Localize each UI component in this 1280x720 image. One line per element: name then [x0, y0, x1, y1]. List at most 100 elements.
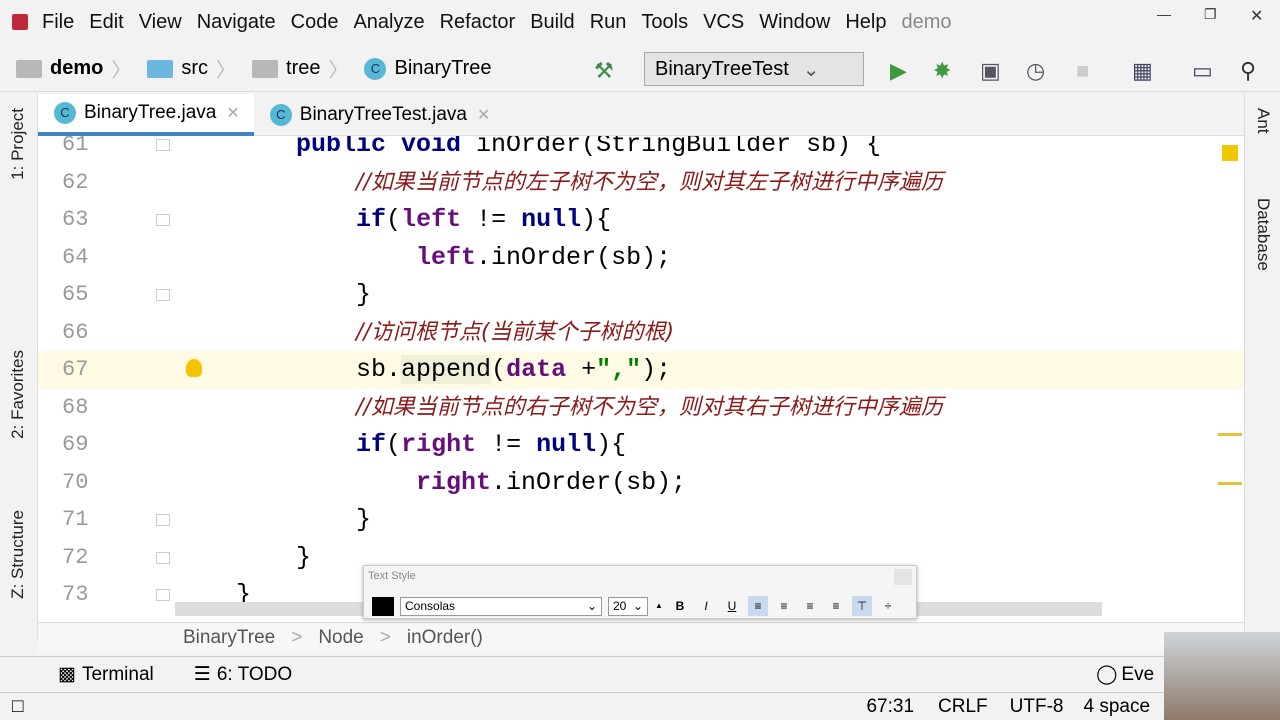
align-left-icon[interactable]: ≡: [748, 596, 768, 616]
crumb-method[interactable]: inOrder(): [407, 627, 483, 649]
fold-marker-icon[interactable]: [156, 214, 170, 226]
font-select[interactable]: Consolas ⌄: [400, 596, 602, 616]
code-line[interactable]: 63 if(left != null){: [38, 201, 1244, 239]
project-tool-tab[interactable]: 1: Project: [8, 108, 28, 180]
justify-icon[interactable]: ≡: [826, 596, 846, 616]
crumb-tree[interactable]: tree 〉: [252, 54, 348, 83]
underline-button[interactable]: U: [722, 596, 742, 616]
menu-help[interactable]: Help: [845, 11, 886, 34]
menu-view[interactable]: View: [139, 11, 182, 34]
crumb-class[interactable]: BinaryTree: [183, 627, 275, 649]
align-top-icon[interactable]: ⊤: [852, 596, 872, 616]
code-line[interactable]: 62 //如果当前节点的左子树不为空，则对其左子树进行中序遍历: [38, 164, 1244, 202]
event-log-tab[interactable]: Eve: [1121, 664, 1154, 686]
color-swatch[interactable]: [372, 596, 394, 616]
right-tool-strip: Ant Database: [1244, 94, 1280, 640]
code-line[interactable]: 65 }: [38, 276, 1244, 314]
warning-marker[interactable]: [1218, 482, 1242, 485]
size-stepper[interactable]: ▲: [654, 596, 664, 616]
project-structure-icon[interactable]: ▦: [1132, 58, 1153, 84]
crumb-inner-class[interactable]: Node: [318, 627, 363, 649]
menu-code[interactable]: Code: [291, 11, 339, 34]
code-line[interactable]: 70 right.inOrder(sb);: [38, 464, 1244, 502]
caret-position[interactable]: 67:31: [866, 696, 914, 718]
warning-marker[interactable]: [1218, 433, 1242, 436]
line-number: 73: [62, 582, 89, 607]
build-hammer-icon[interactable]: ⚒: [594, 58, 614, 84]
run-icon[interactable]: ▶: [890, 58, 907, 84]
code-line[interactable]: 64 left.inOrder(sb);: [38, 239, 1244, 277]
close-tab-icon[interactable]: ✕: [477, 105, 490, 125]
code-line[interactable]: 69 if(right != null){: [38, 426, 1244, 464]
menu-refactor[interactable]: Refactor: [440, 11, 516, 34]
code-line[interactable]: 71 }: [38, 501, 1244, 539]
code-line[interactable]: 66 //访问根节点(当前某个子树的根): [38, 314, 1244, 352]
todo-tab[interactable]: 6: TODO: [217, 664, 292, 686]
crumb-src[interactable]: src 〉: [147, 54, 236, 83]
code-token: null: [521, 205, 582, 234]
close-window-icon[interactable]: ✕: [1250, 6, 1263, 26]
menu-navigate[interactable]: Navigate: [197, 11, 276, 34]
fold-marker-icon[interactable]: [156, 589, 170, 601]
intellij-logo-icon: [12, 14, 28, 30]
code-text: }: [236, 276, 371, 314]
minimize-icon[interactable]: —: [1157, 6, 1171, 22]
close-panel-button[interactable]: [894, 569, 912, 585]
menu-vcs[interactable]: VCS: [703, 11, 744, 34]
chevron-right-icon: 〉: [111, 60, 132, 82]
indent-setting[interactable]: 4 space: [1083, 696, 1150, 718]
menu-file[interactable]: File: [42, 11, 74, 34]
code-text: }: [236, 501, 371, 539]
align-middle-icon[interactable]: ÷: [878, 596, 898, 616]
fold-marker-icon[interactable]: [156, 551, 170, 564]
tab-binarytree-java[interactable]: C BinaryTree.java ✕: [38, 94, 254, 136]
coverage-icon[interactable]: ▣: [980, 58, 1001, 84]
menu-edit[interactable]: Edit: [89, 11, 123, 34]
bold-button[interactable]: B: [670, 596, 690, 616]
menu-tools[interactable]: Tools: [641, 11, 688, 34]
crumb-binarytree[interactable]: C BinaryTree: [364, 57, 492, 80]
italic-button[interactable]: I: [696, 596, 716, 616]
file-encoding[interactable]: UTF-8: [1010, 696, 1064, 718]
ant-tool-tab[interactable]: Ant: [1253, 108, 1273, 134]
close-tab-icon[interactable]: ✕: [226, 103, 239, 123]
run-config-select[interactable]: BinaryTreeTest ⌄: [644, 52, 864, 86]
terminal-tab[interactable]: Terminal: [82, 664, 154, 686]
fold-marker-icon[interactable]: [156, 289, 170, 301]
code-token: );: [641, 355, 672, 384]
fold-marker-icon[interactable]: [156, 139, 170, 151]
align-center-icon[interactable]: ≡: [774, 596, 794, 616]
favorites-tool-tab[interactable]: 2: Favorites: [8, 350, 28, 439]
line-separator[interactable]: CRLF: [938, 696, 988, 718]
code-line[interactable]: 68 //如果当前节点的右子树不为空，则对其右子树进行中序遍历: [38, 389, 1244, 427]
menu-build[interactable]: Build: [530, 11, 574, 34]
stop-icon[interactable]: ■: [1076, 58, 1089, 84]
fold-marker-icon[interactable]: [156, 514, 170, 526]
menu-analyze[interactable]: Analyze: [353, 11, 424, 34]
code-token: +: [566, 355, 597, 384]
code-token: ){: [581, 205, 612, 234]
lightbulb-icon[interactable]: [186, 359, 202, 377]
profile-icon[interactable]: ◷: [1026, 58, 1045, 84]
code-line[interactable]: 67 sb.append(data +",");: [38, 351, 1244, 389]
toggle-tool-windows-icon[interactable]: □: [12, 696, 23, 718]
search-icon[interactable]: ⚲: [1240, 58, 1256, 84]
menu-bar: File Edit View Navigate Code Analyze Ref…: [0, 0, 1280, 44]
inspection-status-icon[interactable]: [1222, 145, 1238, 161]
menu-run[interactable]: Run: [590, 11, 627, 34]
menu-window[interactable]: Window: [759, 11, 830, 34]
font-value: Consolas: [405, 599, 456, 613]
tab-binarytreetest-java[interactable]: C BinaryTreeTest.java ✕: [254, 94, 505, 136]
presentation-icon[interactable]: ▭: [1192, 58, 1213, 84]
code-editor[interactable]: 61 public void inOrder(StringBuilder sb)…: [38, 136, 1244, 622]
code-line[interactable]: 61 public void inOrder(StringBuilder sb)…: [38, 136, 1244, 164]
restore-icon[interactable]: ❐: [1204, 6, 1217, 23]
structure-tool-tab[interactable]: Z: Structure: [8, 510, 28, 599]
crumb-demo[interactable]: demo 〉: [16, 54, 131, 83]
debug-icon[interactable]: ✸: [933, 58, 951, 84]
size-select[interactable]: 20 ⌄: [608, 596, 648, 616]
align-right-icon[interactable]: ≡: [800, 596, 820, 616]
database-tool-tab[interactable]: Database: [1253, 198, 1273, 271]
